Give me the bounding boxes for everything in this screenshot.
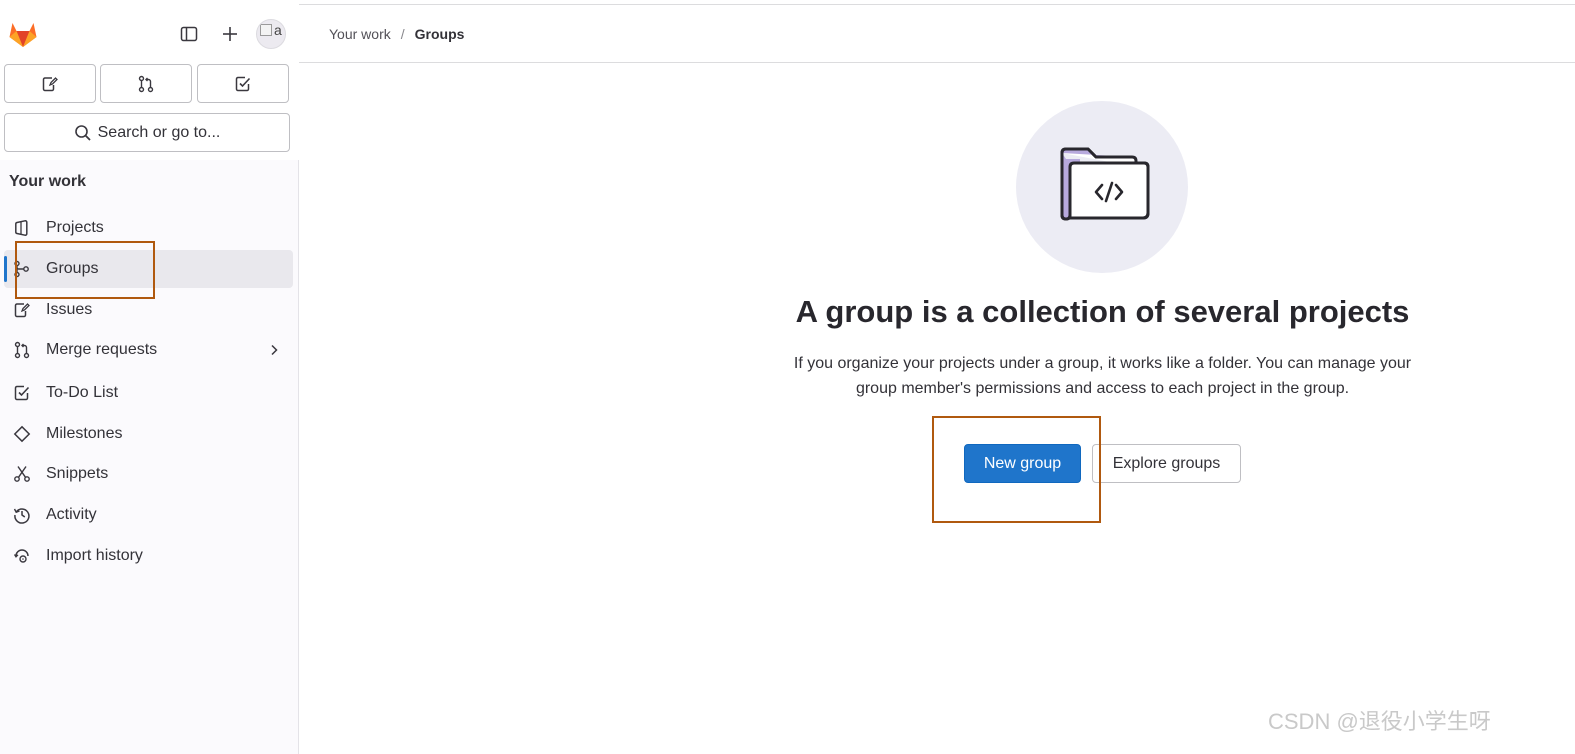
sidebar-item-import-history[interactable]: Import history [4,537,293,575]
annotation-box-new-group [932,416,1101,523]
snippet-icon [13,465,31,483]
breadcrumb-your-work[interactable]: Your work [329,26,391,42]
sidebar-item-milestones[interactable]: Milestones [4,415,293,453]
search-label: Search or go to... [97,123,221,141]
todo-icon [235,76,251,91]
todo-icon [13,384,31,402]
sidebar-item-label: Milestones [46,425,123,442]
merge-request-icon [138,75,154,92]
empty-state-title: A group is a collection of several proje… [795,294,1410,329]
sidebar-item-merge-requests[interactable]: Merge requests [4,331,293,369]
section-title: Your work [9,173,87,190]
sidebar-item-label: Import history [46,547,143,564]
chevron-right-icon [271,344,278,356]
sidebar-item-label: To-Do List [46,384,119,401]
annotation-box-groups [15,241,155,299]
breadcrumb-separator: / [400,25,405,42]
sidebar-item-label: Merge requests [46,341,158,358]
issues-icon [13,301,31,319]
create-new-button[interactable] [216,20,244,48]
import-icon [13,547,31,565]
merge-requests-button[interactable] [100,64,192,103]
todo-items-button[interactable] [197,64,289,103]
broken-image-icon [260,24,272,36]
sidebar-item-label: Issues [46,301,93,318]
project-icon [13,219,31,237]
merge-request-icon [13,341,31,359]
explore-groups-button[interactable]: Explore groups [1092,444,1241,483]
sidebar-item-activity[interactable]: Activity [4,496,293,534]
assigned-issues-button[interactable] [4,64,96,103]
empty-state-description: If you organize your projects under a gr… [793,355,1412,397]
sidebar-item-todo-list[interactable]: To-Do List [4,374,293,412]
issues-icon [42,76,58,91]
user-avatar[interactable]: a [256,19,286,49]
plus-icon [223,27,237,41]
sidebar: a Search or go to... Your work Projects … [0,0,299,754]
gitlab-logo-icon[interactable] [7,18,39,50]
sidebar-item-snippets[interactable]: Snippets [4,455,293,493]
folder-code-icon [1060,147,1150,221]
search-icon [74,124,91,141]
sidebar-item-label: Projects [46,219,104,236]
avatar-alt-text: a [274,22,282,38]
sidebar-toggle-icon [180,26,198,42]
sidebar-item-label: Snippets [46,465,109,482]
sidebar-item-label: Activity [46,506,97,523]
search-button[interactable]: Search or go to... [4,113,290,152]
history-icon [13,506,31,524]
watermark: CSDN @退役小学生呀 [1268,709,1491,734]
breadcrumb: Your work / Groups [299,5,1575,63]
empty-state-illustration [1016,101,1188,273]
milestone-icon [13,425,31,443]
collapse-sidebar-button[interactable] [175,20,203,48]
breadcrumb-groups[interactable]: Groups [415,26,465,42]
